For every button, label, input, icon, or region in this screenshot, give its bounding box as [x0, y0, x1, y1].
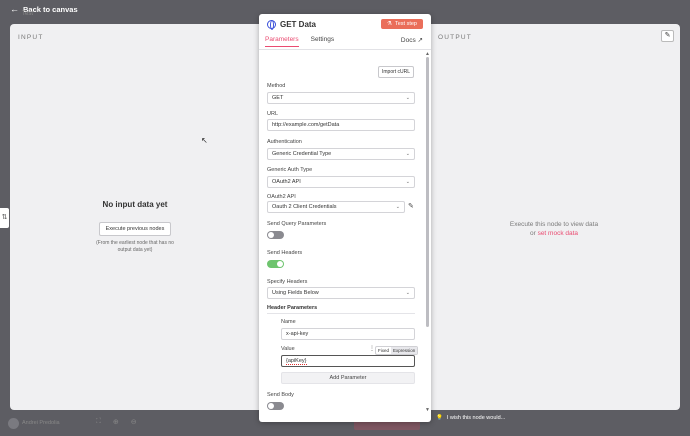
send-query-label: Send Query Parameters — [267, 221, 327, 227]
execute-previous-nodes-button[interactable]: Execute previous nodes — [98, 222, 172, 236]
send-query-toggle[interactable] — [267, 231, 284, 239]
no-input-state: No input data yet Execute previous nodes… — [10, 200, 260, 253]
no-input-hint: (From the earliest node that has no outp… — [96, 240, 174, 253]
node-title: GET Data — [267, 20, 316, 30]
chevron-down-icon: ⌄ — [405, 179, 410, 185]
parameters-body: ▲ ▼ Import cURL Method GET ⌄ URL http://… — [259, 51, 431, 422]
edit-credential-pencil-icon[interactable]: ✎ — [408, 202, 414, 210]
lightbulb-icon: 💡 — [436, 415, 443, 421]
header-name-value: x-api-key — [286, 331, 309, 337]
flask-icon: ⚗ — [387, 21, 392, 27]
arrow-left-icon: ← — [10, 4, 19, 14]
set-mock-data-link[interactable]: set mock data — [538, 230, 578, 237]
zoom-in-icon[interactable]: ⊕ — [113, 418, 119, 426]
node-title-text[interactable]: GET Data — [280, 20, 316, 29]
fit-view-icon[interactable]: ⛶ — [96, 418, 101, 426]
scroll-down-icon[interactable]: ▼ — [425, 407, 430, 413]
header-value-label: Value — [281, 346, 295, 352]
feedback-link[interactable]: 💡 I wish this node would... — [436, 415, 505, 421]
send-body-label: Send Body — [267, 392, 294, 398]
mode-expression-option[interactable]: Expression — [391, 347, 418, 354]
oauth2-label: OAuth2 API — [267, 194, 296, 200]
tab-parameters[interactable]: Parameters — [265, 36, 299, 47]
send-body-toggle[interactable] — [267, 402, 284, 410]
mouse-cursor-icon: ↖ — [201, 136, 208, 145]
generic-auth-select[interactable]: OAuth2 API ⌄ — [267, 176, 415, 188]
header-value-value: {apiKey} — [286, 358, 307, 365]
output-empty-message: Execute this node to view data or set mo… — [428, 220, 680, 238]
side-panel-tab[interactable]: ⇅ — [0, 208, 9, 228]
output-panel: OUTPUT ✎ Execute this node to view data … — [428, 24, 680, 410]
method-select[interactable]: GET ⌄ — [267, 92, 415, 104]
send-headers-toggle[interactable] — [267, 260, 284, 268]
output-or-text: or — [529, 230, 536, 237]
add-parameter-button[interactable]: Add Parameter — [281, 372, 415, 384]
chevron-down-icon: ⌄ — [395, 204, 400, 210]
input-panel-label: INPUT — [18, 34, 44, 41]
zoom-controls: ⛶ ⊕ ⊖ — [96, 418, 137, 426]
input-panel: INPUT No input data yet Execute previous… — [10, 24, 260, 410]
specify-headers-select[interactable]: Using Fields Below ⌄ — [267, 287, 415, 299]
output-message: Execute this node to view data — [509, 221, 599, 228]
specify-headers-label: Specify Headers — [267, 279, 308, 285]
node-header: GET Data ⚗ Test step Parameters Settings… — [259, 14, 431, 50]
oauth2-credential-select[interactable]: Oauth 2 Client Credentials ⌄ — [267, 201, 405, 213]
url-value: http://example.com/getData — [272, 122, 340, 128]
output-panel-label: OUTPUT — [438, 34, 472, 41]
external-link-icon: ↗ — [417, 37, 423, 44]
tab-settings[interactable]: Settings — [311, 36, 335, 47]
node-details-modal: GET Data ⚗ Test step Parameters Settings… — [259, 14, 431, 422]
docs-link[interactable]: Docs ↗ — [401, 36, 423, 44]
node-tabs: Parameters Settings — [265, 36, 334, 47]
header-name-label: Name — [281, 319, 296, 325]
header-value-input[interactable]: {apiKey} — [281, 355, 415, 367]
header-parameters-title: Header Parameters — [267, 305, 318, 311]
pencil-icon: ✎ — [664, 32, 671, 39]
header-name-input[interactable]: x-api-key — [281, 328, 415, 340]
scrollbar[interactable] — [426, 57, 429, 327]
import-curl-button[interactable]: Import cURL — [378, 66, 415, 78]
authentication-label: Authentication — [267, 139, 302, 145]
back-to-canvas-link[interactable]: ← Back to canvas — [10, 4, 78, 14]
mode-fixed-option[interactable]: Fixed — [376, 347, 391, 354]
test-step-label: Test step — [394, 21, 417, 27]
generic-auth-value: OAuth2 API — [272, 179, 301, 185]
oauth2-value: Oauth 2 Client Credentials — [272, 204, 337, 210]
url-label: URL — [267, 111, 279, 117]
method-label: Method — [267, 83, 286, 89]
method-value: GET — [272, 95, 284, 101]
feedback-text: I wish this node would... — [446, 415, 506, 421]
chevron-down-icon: ⌄ — [405, 151, 410, 157]
globe-icon — [267, 20, 276, 30]
authentication-select[interactable]: Generic Credential Type ⌄ — [267, 148, 415, 160]
send-headers-label: Send Headers — [267, 250, 303, 256]
url-input[interactable]: http://example.com/getData — [267, 119, 415, 131]
user-name: Andrei Predolia — [22, 420, 60, 426]
workflow-ghost-title: Test — [22, 11, 34, 17]
avatar — [8, 418, 19, 429]
generic-auth-label: Generic Auth Type — [267, 167, 313, 173]
specify-headers-value: Using Fields Below — [272, 290, 319, 296]
divider — [267, 313, 415, 314]
chevron-down-icon: ⌄ — [405, 290, 410, 296]
zoom-out-icon[interactable]: ⊖ — [131, 418, 137, 426]
authentication-value: Generic Credential Type — [272, 151, 332, 157]
chevron-down-icon: ⌄ — [405, 95, 410, 101]
value-mode-switch: Fixed Expression — [375, 346, 419, 355]
test-step-button[interactable]: ⚗ Test step — [381, 19, 423, 29]
docs-label: Docs — [400, 37, 416, 44]
edit-output-button[interactable]: ✎ — [661, 30, 674, 42]
no-input-title: No input data yet — [102, 200, 168, 209]
scroll-up-icon[interactable]: ▲ — [425, 51, 430, 57]
